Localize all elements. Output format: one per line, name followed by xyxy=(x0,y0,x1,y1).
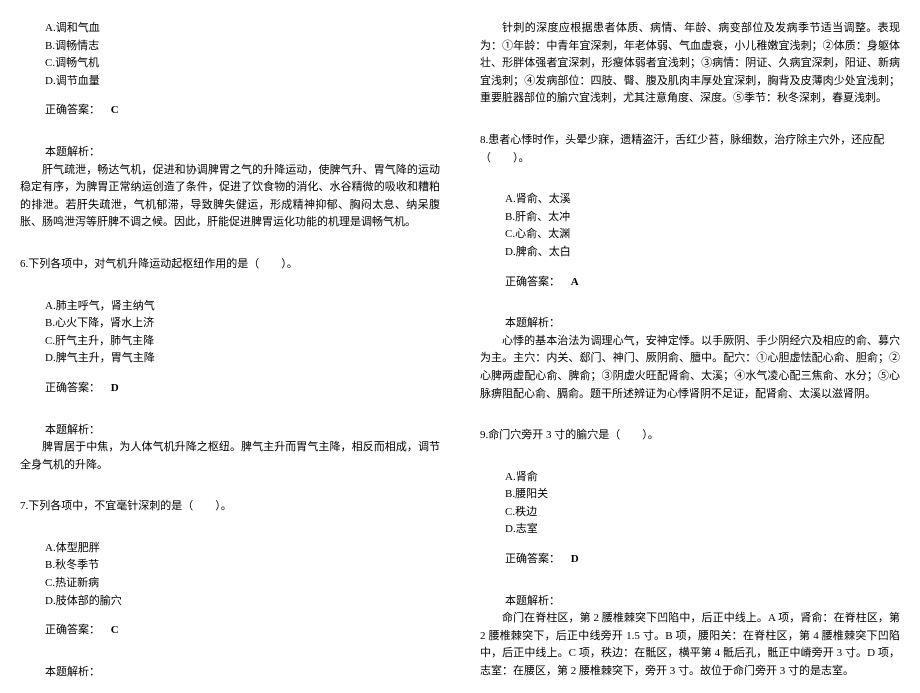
q6-option-a: A.肺主呼气，肾主纳气 xyxy=(45,298,440,316)
q5-option-b: B.调畅情志 xyxy=(45,38,440,56)
q9-stem: 9.命门穴旁开 3 寸的腧穴是（ ）。 xyxy=(480,427,900,445)
q9-option-b: B.腰阳关 xyxy=(505,486,900,504)
q6-answer: 正确答案： D xyxy=(45,380,440,398)
left-column: A.调和气血 B.调畅情志 C.调畅气机 D.调节血量 正确答案： C 本题解析… xyxy=(20,20,440,693)
q6-option-d: D.脾气主升，胃气主降 xyxy=(45,350,440,368)
q8-options: A.肾俞、太溪 B.肝俞、太冲 C.心俞、太渊 D.脾俞、太白 xyxy=(505,191,900,261)
q5-option-c: C.调畅气机 xyxy=(45,55,440,73)
answer-label-text: 正确答案： xyxy=(45,624,100,636)
q8-analysis-text: 心悸的基本治法为调理心气，安神定悸。以手厥阴、手少阴经穴及相应的俞、募穴为主。主… xyxy=(480,333,900,403)
q9-option-a: A.肾俞 xyxy=(505,469,900,487)
q9-answer: 正确答案： D xyxy=(505,551,900,569)
q6-analysis-text: 脾胃居于中焦，为人体气机升降之枢纽。脾气主升而胃气主降，相反而相成，调节全身气机… xyxy=(20,439,440,474)
q8-option-b: B.肝俞、太冲 xyxy=(505,209,900,227)
q9-analysis-text: 命门在脊柱区，第 2 腰椎棘突下凹陷中，后正中线上。A 项，肾俞：在脊柱区，第 … xyxy=(480,610,900,680)
q5-analysis-text: 肝气疏泄，畅达气机，促进和协调脾胃之气的升降运动，使脾气升、胃气降的运动稳定有序… xyxy=(20,162,440,232)
q8-stem: 8.患者心悸时作，头晕少寐，遗精盗汗，舌红少苔，脉细数，治疗除主穴外，还应配（ … xyxy=(480,132,900,167)
q6-stem: 6.下列各项中，对气机升降运动起枢纽作用的是（ ）。 xyxy=(20,256,440,274)
q8-option-d: D.脾俞、太白 xyxy=(505,244,900,262)
q7-option-d: D.肢体部的腧穴 xyxy=(45,593,440,611)
q8-option-c: C.心俞、太渊 xyxy=(505,226,900,244)
q8-analysis-label: 本题解析： xyxy=(505,315,900,333)
answer-label-text: 正确答案： xyxy=(45,104,100,116)
q9-options: A.肾俞 B.腰阳关 C.秩边 D.志室 xyxy=(505,469,900,539)
q7-analysis-text: 针刺的深度应根据患者体质、病情、年龄、病变部位及发病季节适当调整。表现为：①年龄… xyxy=(480,20,900,108)
answer-label-text: 正确答案： xyxy=(45,382,100,394)
q7-option-a: A.体型肥胖 xyxy=(45,540,440,558)
q8-option-a: A.肾俞、太溪 xyxy=(505,191,900,209)
q6-option-b: B.心火下降，肾水上济 xyxy=(45,315,440,333)
q9-answer-value: D xyxy=(571,553,579,565)
q6-option-c: C.肝气主升，肺气主降 xyxy=(45,333,440,351)
q5-answer-value: C xyxy=(111,104,119,116)
q5-analysis-label: 本题解析： xyxy=(45,144,440,162)
answer-label-text: 正确答案： xyxy=(505,276,560,288)
q9-option-c: C.秩边 xyxy=(505,504,900,522)
q7-options: A.体型肥胖 B.秋冬季节 C.热证新病 D.肢体部的腧穴 xyxy=(45,540,440,610)
q7-stem: 7.下列各项中，不宜毫针深刺的是（ ）。 xyxy=(20,498,440,516)
q6-analysis-label: 本题解析： xyxy=(45,422,440,440)
q9-option-d: D.志室 xyxy=(505,521,900,539)
q8-answer-value: A xyxy=(571,276,579,288)
q7-answer: 正确答案： C xyxy=(45,622,440,640)
q7-analysis-label: 本题解析： xyxy=(45,664,440,682)
answer-label-text: 正确答案： xyxy=(505,553,560,565)
q8-answer: 正确答案： A xyxy=(505,274,900,292)
right-column: 针刺的深度应根据患者体质、病情、年龄、病变部位及发病季节适当调整。表现为：①年龄… xyxy=(480,20,900,693)
q6-options: A.肺主呼气，肾主纳气 B.心火下降，肾水上济 C.肝气主升，肺气主降 D.脾气… xyxy=(45,298,440,368)
q5-options: A.调和气血 B.调畅情志 C.调畅气机 D.调节血量 xyxy=(45,20,440,90)
q7-option-b: B.秋冬季节 xyxy=(45,557,440,575)
q5-answer: 正确答案： C xyxy=(45,102,440,120)
q5-option-a: A.调和气血 xyxy=(45,20,440,38)
q6-answer-value: D xyxy=(111,382,119,394)
q5-option-d: D.调节血量 xyxy=(45,73,440,91)
q7-answer-value: C xyxy=(111,624,119,636)
q9-analysis-label: 本题解析： xyxy=(505,593,900,611)
q7-option-c: C.热证新病 xyxy=(45,575,440,593)
